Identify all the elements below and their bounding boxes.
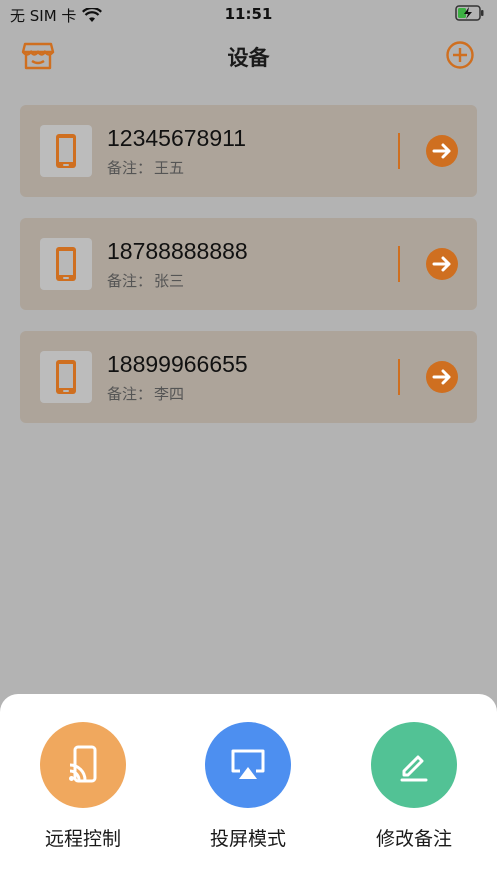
device-note: 备注： 张三 [107, 270, 184, 291]
note-value: 王五 [154, 159, 185, 177]
divider-icon [398, 133, 400, 169]
divider-icon [398, 359, 400, 395]
nav-bar: 设备 [0, 28, 497, 84]
phone-icon [40, 351, 92, 403]
page-title: 设备 [227, 46, 270, 70]
arrow-right-icon[interactable] [426, 248, 458, 280]
status-bar: 无 SIM 卡 11:51 [0, 0, 497, 28]
device-card[interactable]: 18788888888 备注： 张三 [20, 218, 477, 310]
edit-note-button[interactable]: 修改备注 [349, 722, 479, 851]
device-note: 备注： 李四 [107, 383, 184, 404]
note-value: 张三 [154, 272, 185, 290]
device-card[interactable]: 12345678911 备注： 王五 [20, 105, 477, 197]
remote-control-button[interactable]: 远程控制 [18, 722, 148, 851]
action-label: 投屏模式 [209, 828, 286, 850]
phone-icon [40, 125, 92, 177]
device-phone: 18899966655 [107, 351, 248, 377]
action-label: 修改备注 [375, 828, 452, 850]
add-device-icon[interactable] [445, 40, 475, 70]
action-sheet: 远程控制 投屏模式 修改备注 [0, 694, 497, 883]
note-label: 备注： [107, 159, 153, 177]
divider-icon [398, 246, 400, 282]
note-value: 李四 [154, 385, 185, 403]
cast-phone-icon [40, 722, 126, 808]
status-time: 11:51 [224, 5, 273, 23]
device-note: 备注： 王五 [107, 157, 184, 178]
device-phone: 18788888888 [107, 238, 248, 264]
edit-icon [371, 722, 457, 808]
screen-mirror-button[interactable]: 投屏模式 [183, 722, 313, 851]
phone-icon [40, 238, 92, 290]
device-card[interactable]: 18899966655 备注： 李四 [20, 331, 477, 423]
arrow-right-icon[interactable] [426, 361, 458, 393]
device-list: 12345678911 备注： 王五 18788888888 备注： 张三 1889… [20, 105, 477, 444]
note-label: 备注： [107, 272, 153, 290]
note-label: 备注： [107, 385, 153, 403]
battery-icon [455, 5, 485, 25]
airplay-icon [205, 722, 291, 808]
arrow-right-icon[interactable] [426, 135, 458, 167]
action-label: 远程控制 [44, 828, 121, 850]
device-phone: 12345678911 [107, 125, 246, 151]
